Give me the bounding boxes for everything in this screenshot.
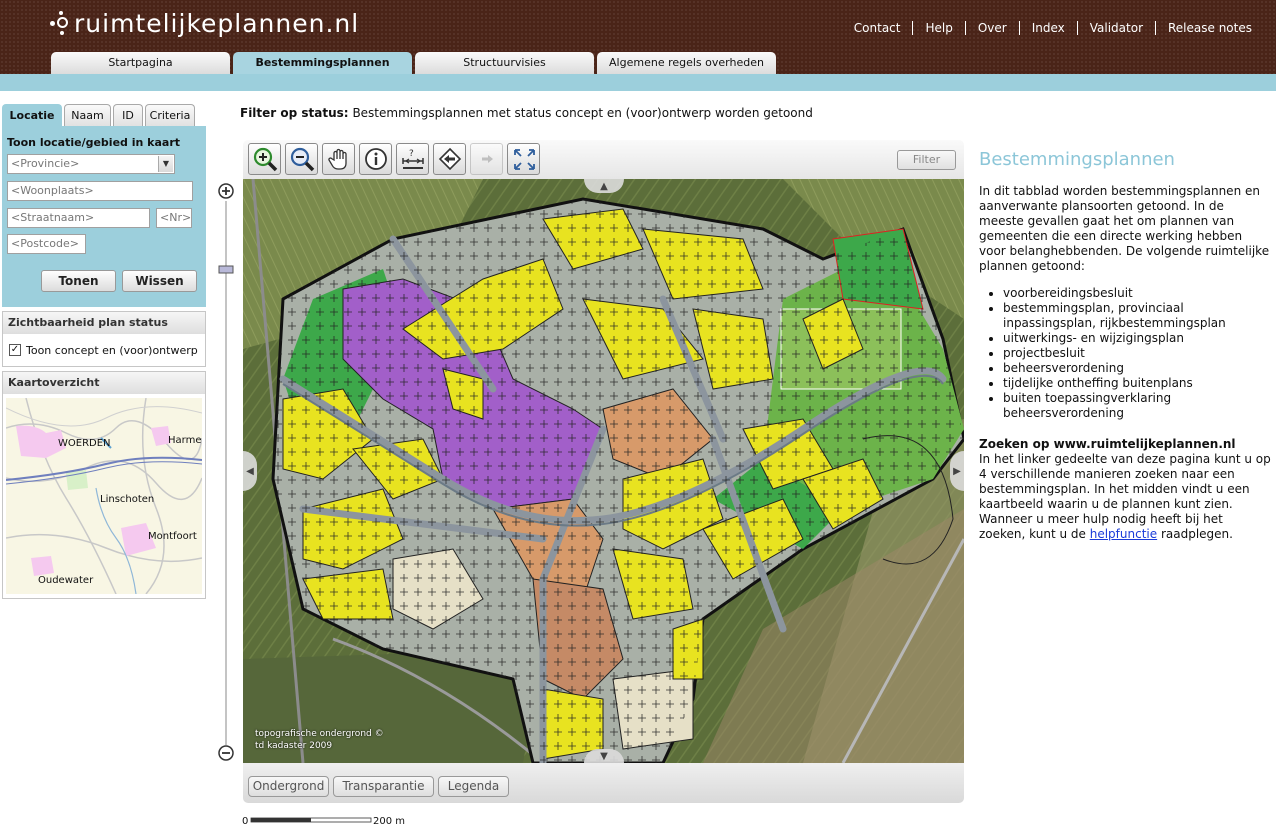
next-extent-tool[interactable] [470, 143, 503, 175]
top-navigation: Contact Help Over Index Validator Releas… [842, 21, 1264, 35]
tab-startpagina[interactable]: Startpagina [51, 52, 230, 74]
overview-label-harme: Harme [168, 435, 202, 446]
measure-tool[interactable]: ? [396, 143, 429, 175]
concept-checkbox-label: Toon concept en (voor)ontwerp [26, 343, 198, 357]
ondergrond-button[interactable]: Ondergrond [248, 776, 329, 797]
scale-start: 0 [242, 816, 249, 827]
filter-status-label: Filter op status: [240, 106, 349, 120]
svg-text:?: ? [409, 149, 414, 159]
zoom-in-tool[interactable] [248, 143, 281, 175]
nav-over[interactable]: Over [964, 21, 1019, 35]
zoom-out-icon [290, 147, 315, 172]
map-credit: topografische ondergrond © td kadaster 2… [255, 729, 384, 751]
search-tab-id[interactable]: ID [113, 104, 143, 126]
logo[interactable]: ruimtelijkeplannen.nl [50, 8, 359, 38]
search-tab-naam[interactable]: Naam [64, 104, 111, 126]
next-extent-icon [482, 155, 493, 163]
info-title: Bestemmingsplannen [979, 149, 1175, 170]
header-strip [0, 74, 1276, 91]
location-search-form: Toon locatie/gebied in kaart <Provincie>… [2, 126, 206, 307]
pan-hand-icon [328, 148, 347, 170]
overview-label-montfoort: Montfoort [148, 531, 197, 542]
search-tab-locatie[interactable]: Locatie [2, 104, 62, 126]
previous-extent-icon [438, 147, 462, 171]
list-item: buiten toepassingverklaring beheersveror… [1003, 391, 1271, 421]
logo-dots-icon [50, 11, 70, 35]
overview-map[interactable]: WOERDEN Harme Linschoten Montfoort Oudew… [6, 398, 202, 594]
zoom-in-icon [253, 147, 278, 172]
overview-panel-title: Kaartoverzicht [3, 372, 205, 394]
chevron-down-icon: ▼ [158, 156, 173, 172]
previous-extent-tool[interactable] [433, 143, 466, 175]
wissen-button[interactable]: Wissen [122, 270, 197, 292]
info-intro: In dit tabblad worden bestemmingsplannen… [979, 184, 1270, 273]
left-panel: Locatie Naam ID Criteria Toon locatie/ge… [2, 104, 206, 599]
pan-down-arrow-icon[interactable]: ▼ [584, 749, 624, 763]
nav-help[interactable]: Help [912, 21, 964, 35]
nav-validator[interactable]: Validator [1076, 21, 1155, 35]
plan-type-list: voorbereidingsbesluit bestemmingsplan, p… [1003, 286, 1271, 421]
huisnummer-input[interactable]: <Nr> [156, 208, 192, 228]
header: ruimtelijkeplannen.nl Contact Help Over … [0, 0, 1276, 74]
tab-algemene-regels[interactable]: Algemene regels overheden [597, 52, 776, 74]
search-title: Toon locatie/gebied in kaart [7, 136, 181, 149]
zoning-map [243, 179, 964, 763]
full-extent-tool[interactable] [507, 143, 540, 175]
tab-structuurvisies[interactable]: Structuurvisies [415, 52, 594, 74]
info-icon [365, 148, 387, 170]
overview-panel: Kaartoverzicht WOERDEN Harme Linschoten … [2, 371, 206, 599]
pan-tool[interactable] [322, 143, 355, 175]
overview-label-woerden: WOERDEN [58, 438, 111, 449]
overview-label-linschoten: Linschoten [100, 494, 155, 505]
filter-button[interactable]: Filter [897, 150, 956, 170]
full-extent-icon [514, 149, 535, 170]
list-item: bestemmingsplan, provinciaal inpassingsp… [1003, 301, 1271, 331]
list-item: uitwerkings- en wijzigingsplan [1003, 331, 1271, 346]
zoom-out-minus-icon[interactable] [218, 745, 234, 761]
visibility-panel: Zichtbaarheid plan status ✓ Toon concept… [2, 311, 206, 367]
pan-right-arrow-icon[interactable]: ▶ [950, 451, 964, 491]
logo-text: ruimtelijkeplannen.nl [74, 8, 360, 38]
list-item: voorbereidingsbesluit [1003, 286, 1271, 301]
tab-bestemmingsplannen[interactable]: Bestemmingsplannen [233, 52, 412, 74]
concept-checkbox[interactable]: ✓ [9, 344, 21, 356]
map-toolbar: ? Filter [243, 140, 964, 179]
info-tool[interactable] [359, 143, 392, 175]
legenda-button[interactable]: Legenda [438, 776, 509, 797]
filter-status-text: Bestemmingsplannen met status concept en… [352, 106, 813, 120]
map-bottom-bar: Ondergrond Transparantie Legenda [243, 763, 964, 803]
nav-index[interactable]: Index [1018, 21, 1077, 35]
transparantie-button[interactable]: Transparantie [333, 776, 434, 797]
overview-label-oudewater: Oudewater [38, 575, 94, 586]
info-search-title: Zoeken op www.ruimtelijkeplannen.nl [979, 437, 1236, 451]
nav-release-notes[interactable]: Release notes [1155, 21, 1264, 35]
postcode-input[interactable]: <Postcode> [7, 234, 86, 254]
provincie-select[interactable]: <Provincie> ▼ [7, 154, 175, 174]
measure-icon: ? [402, 149, 424, 169]
concept-checkbox-row[interactable]: ✓ Toon concept en (voor)ontwerp [3, 334, 205, 366]
scale-end: 200 m [373, 816, 406, 827]
woonplaats-input[interactable]: <Woonplaats> [7, 181, 193, 201]
zoom-out-tool[interactable] [285, 143, 318, 175]
main-tabs: Startpagina Bestemmingsplannen Structuur… [51, 52, 779, 74]
zoom-slider[interactable] [217, 183, 237, 763]
help-link[interactable]: helpfunctie [1090, 527, 1157, 541]
list-item: beheersverordening [1003, 361, 1271, 376]
tonen-button[interactable]: Tonen [41, 270, 116, 292]
search-tab-criteria[interactable]: Criteria [145, 104, 195, 126]
filter-status: Filter op status: Bestemmingsplannen met… [240, 106, 813, 120]
visibility-panel-title: Zichtbaarheid plan status [3, 312, 205, 334]
info-search-text: In het linker gedeelte van deze pagina k… [979, 452, 1271, 541]
straatnaam-input[interactable]: <Straatnaam> [7, 208, 150, 228]
search-tabs: Locatie Naam ID Criteria [2, 104, 206, 126]
list-item: projectbesluit [1003, 346, 1271, 361]
zoom-slider-handle [218, 265, 234, 274]
info-panel: Bestemmingsplannen In dit tabblad worden… [979, 149, 1271, 542]
nav-contact[interactable]: Contact [842, 21, 913, 35]
map-view[interactable]: ▲ ▼ ◀ ▶ topografische ondergrond © td ka… [243, 179, 964, 763]
list-item: tijdelijke ontheffing buitenplans [1003, 376, 1271, 391]
zoom-in-plus-icon[interactable] [218, 183, 234, 199]
